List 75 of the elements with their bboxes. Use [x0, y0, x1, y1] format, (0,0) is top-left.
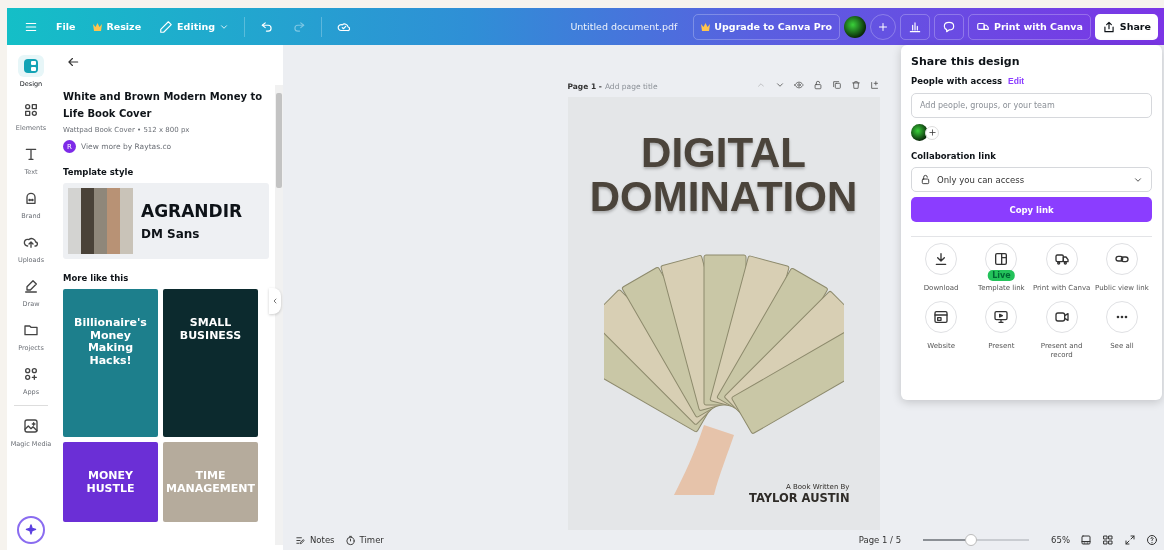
help-icon: [1146, 534, 1158, 546]
link-access-dropdown[interactable]: Only you can access: [911, 167, 1152, 192]
analytics-button[interactable]: [899, 13, 930, 40]
magic-button[interactable]: [17, 516, 45, 544]
redo-icon: [292, 19, 307, 34]
share-icon: [1101, 19, 1116, 34]
crown-icon: [701, 22, 711, 31]
video-camera-icon: [1053, 309, 1070, 325]
sparkle-icon: [24, 523, 38, 537]
arrow-left-icon: [66, 55, 80, 69]
add-person-button[interactable]: [925, 125, 939, 140]
chevron-up-icon: [755, 80, 766, 90]
share-button[interactable]: Share: [1094, 13, 1158, 40]
truck-icon: [1053, 251, 1070, 267]
template-thumbnail[interactable]: MONEY HUSTLE: [63, 442, 158, 522]
section-heading: Template style: [63, 167, 135, 177]
folder-icon: [23, 322, 39, 338]
crown-icon: [93, 22, 103, 31]
notes-icon: [295, 534, 306, 546]
print-button[interactable]: Print with Canva: [967, 13, 1091, 40]
avatar[interactable]: [843, 15, 866, 38]
heading-font-sample: AGRANDIR: [141, 201, 243, 221]
lock-icon: [812, 80, 823, 90]
add-people-field[interactable]: Add people, groups, or your team: [911, 93, 1152, 118]
design-icon: [23, 58, 39, 74]
image-sparkle-icon: [23, 418, 39, 434]
chevron-left-icon: [271, 297, 279, 305]
timer-icon: [344, 534, 356, 546]
template-thumbnail[interactable]: Billionaire's Money Making Hacks!: [63, 289, 158, 437]
cover-author: TAYLOR AUSTIN: [748, 491, 850, 505]
comment-button[interactable]: [933, 13, 964, 40]
copy-icon: [831, 80, 842, 90]
live-badge: Live: [988, 270, 1015, 281]
plus-icon: [927, 127, 937, 137]
copy-link-button[interactable]: Copy link: [911, 197, 1152, 222]
avatar: [911, 124, 928, 141]
page-view-icon: [1080, 534, 1092, 546]
page-counter[interactable]: Page 1 / 5: [858, 535, 902, 545]
template-thumbnail[interactable]: SMALL BUSINESS: [163, 289, 258, 437]
lock-icon: [920, 174, 931, 185]
trash-icon: [850, 80, 861, 90]
eye-icon: [793, 80, 804, 90]
zoom-handle[interactable]: [964, 534, 977, 546]
comment-icon: [941, 19, 956, 34]
pen-icon: [23, 278, 39, 294]
apps-icon: [23, 366, 39, 382]
scrollbar[interactable]: [275, 85, 283, 545]
chevron-down-icon: [774, 80, 785, 90]
section-heading: People with access: [911, 76, 1003, 86]
timer-button[interactable]: Timer: [344, 534, 384, 546]
popover-title: Share this design: [911, 55, 1021, 68]
section-heading: Collaboration link: [911, 151, 996, 161]
shapes-icon: [23, 102, 39, 118]
notes-button[interactable]: Notes: [295, 534, 335, 546]
section-heading: More like this: [63, 273, 130, 283]
pencil-icon: [159, 19, 174, 34]
cover-title: DIGITAL DOMINATION: [589, 131, 858, 219]
template-icon: [993, 251, 1010, 267]
text-icon: [23, 146, 39, 162]
add-page-icon: [869, 80, 880, 90]
presentation-icon: [993, 309, 1010, 325]
grid-view-icon: [1102, 534, 1114, 546]
document-title[interactable]: Untitled document.pdf: [570, 21, 678, 32]
template-title: White and Brown Modern Money to Life Book Cover: [63, 90, 264, 121]
upgrade-button[interactable]: Upgrade to Canva Pro: [693, 13, 840, 40]
bar-chart-icon: [907, 19, 922, 34]
edit-link[interactable]: Edit: [1008, 76, 1025, 86]
body-font-sample: DM Sans: [141, 227, 201, 241]
brand-icon: [23, 190, 39, 206]
template-style-card[interactable]: AGRANDIR DM Sans: [63, 183, 269, 259]
expand-icon: [1124, 534, 1136, 546]
plus-icon: [876, 20, 889, 33]
website-icon: [933, 309, 950, 325]
undo-icon: [260, 19, 275, 34]
zoom-reading[interactable]: 65%: [1051, 535, 1070, 545]
